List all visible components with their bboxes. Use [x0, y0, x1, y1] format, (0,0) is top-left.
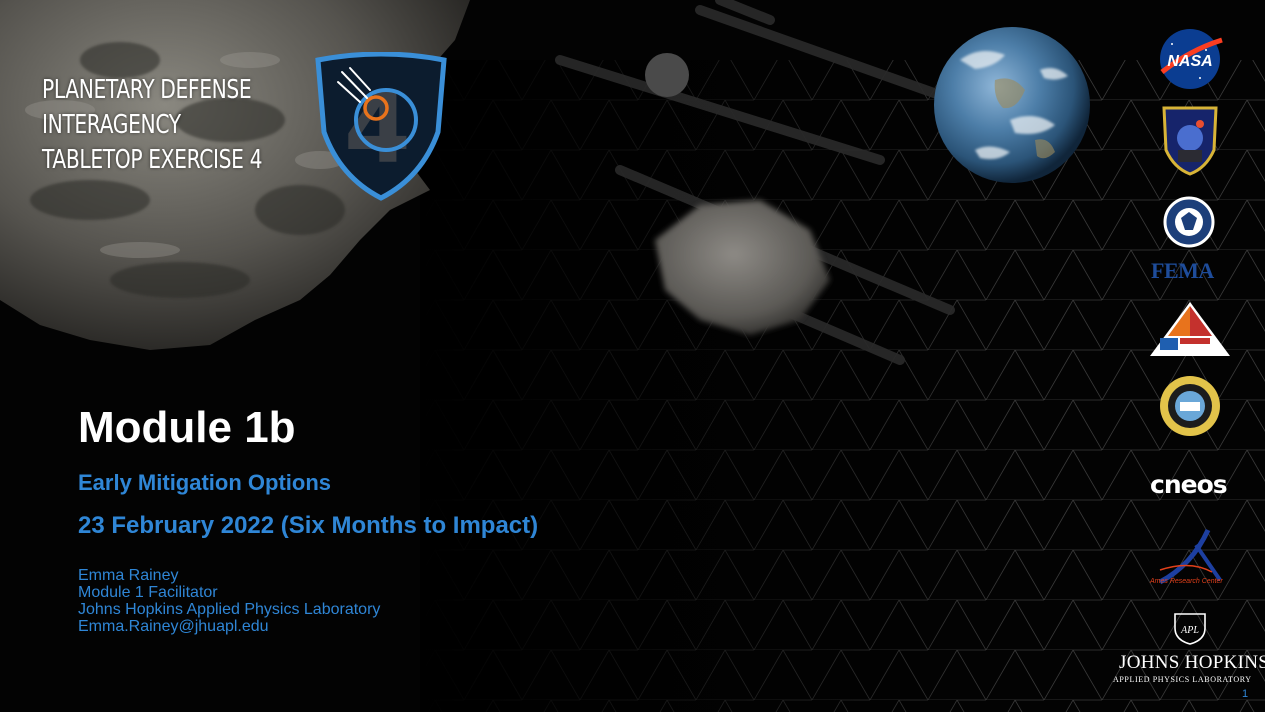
- module-title: Module 1b: [78, 403, 296, 452]
- presenter-name: Emma Rainey: [78, 567, 179, 584]
- title-slide: PLANETARY DEFENSE INTERAGENCY TABLETOP E…: [0, 0, 1265, 712]
- exercise-title: PLANETARY DEFENSE INTERAGENCY TABLETOP E…: [42, 73, 262, 178]
- dhs-seal: [1163, 196, 1215, 248]
- fema-wordmark: FEMA: [1151, 258, 1214, 283]
- exercise-title-line-3: TABLETOP EXERCISE 4: [42, 145, 263, 175]
- nasa-logo: NASA: [1160, 29, 1223, 89]
- presenter-organization: Johns Hopkins Applied Physics Laboratory: [78, 601, 381, 618]
- module-date-line: 23 February 2022 (Six Months to Impact): [78, 512, 539, 539]
- apl-wordmark: APL: [1180, 625, 1199, 636]
- ames-wordmark: Ames Research Center: [1150, 578, 1223, 585]
- module-subtitle: Early Mitigation Options: [78, 470, 332, 495]
- nc-emergency-logo: [1150, 302, 1230, 356]
- apl-subtitle: APPLIED PHYSICS LABORATORY: [1113, 675, 1252, 684]
- badge-icon: 4: [315, 52, 447, 201]
- ames-logo: [1158, 528, 1222, 585]
- planetary-defense-logo: [1162, 106, 1218, 176]
- apl-logo: APL: [1174, 613, 1206, 645]
- cneos-logo: cneos: [1150, 470, 1228, 499]
- exercise-title-line-2: INTERAGENCY: [42, 110, 181, 140]
- exercise-title-line-1: PLANETARY DEFENSE: [42, 75, 252, 105]
- presenter-email: Emma.Rainey@jhuapl.edu: [78, 618, 269, 635]
- partner-logos: NASA APL: [1150, 29, 1230, 645]
- page-number: 1: [1242, 688, 1249, 700]
- county-seal: [1160, 376, 1220, 436]
- johns-hopkins-wordmark: JOHNS HOPKINS: [1119, 652, 1265, 673]
- nasa-wordmark: NASA: [1167, 53, 1212, 70]
- presenter-block: Emma Rainey Module 1 Facilitator Johns H…: [78, 567, 380, 635]
- presenter-role: Module 1 Facilitator: [78, 584, 218, 601]
